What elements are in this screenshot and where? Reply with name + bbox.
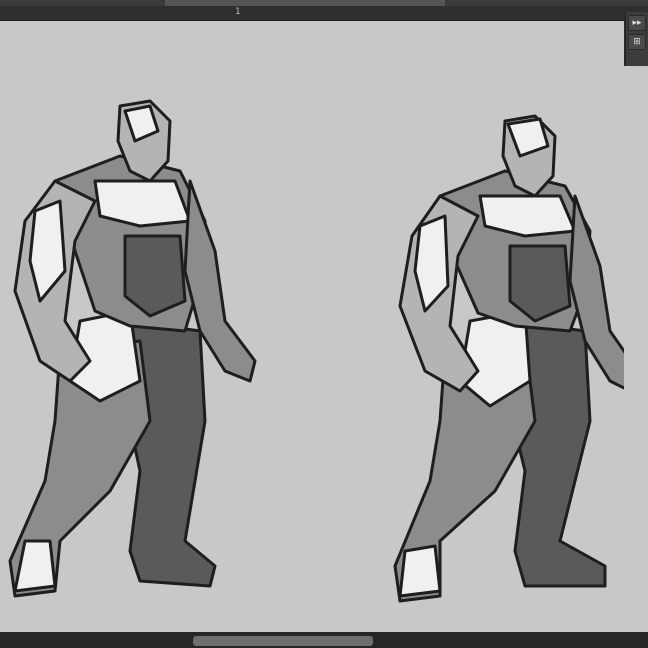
sprite-artwork (8, 99, 624, 603)
side-panel-dock: ▸▸ ⊞ (625, 12, 648, 66)
collapse-panel-icon[interactable]: ▸▸ (628, 15, 646, 31)
right-canvas-strip (624, 66, 648, 632)
figure-right (393, 114, 624, 603)
grid-tool-icon[interactable]: ⊞ (628, 34, 646, 50)
horizontal-ruler: 1 (0, 6, 648, 21)
horizontal-scrollbar[interactable] (0, 632, 648, 648)
figure-left (8, 99, 257, 598)
drawing-canvas[interactable] (0, 21, 624, 632)
scrollbar-thumb[interactable] (193, 636, 373, 646)
ruler-marker: 1 (235, 7, 241, 17)
